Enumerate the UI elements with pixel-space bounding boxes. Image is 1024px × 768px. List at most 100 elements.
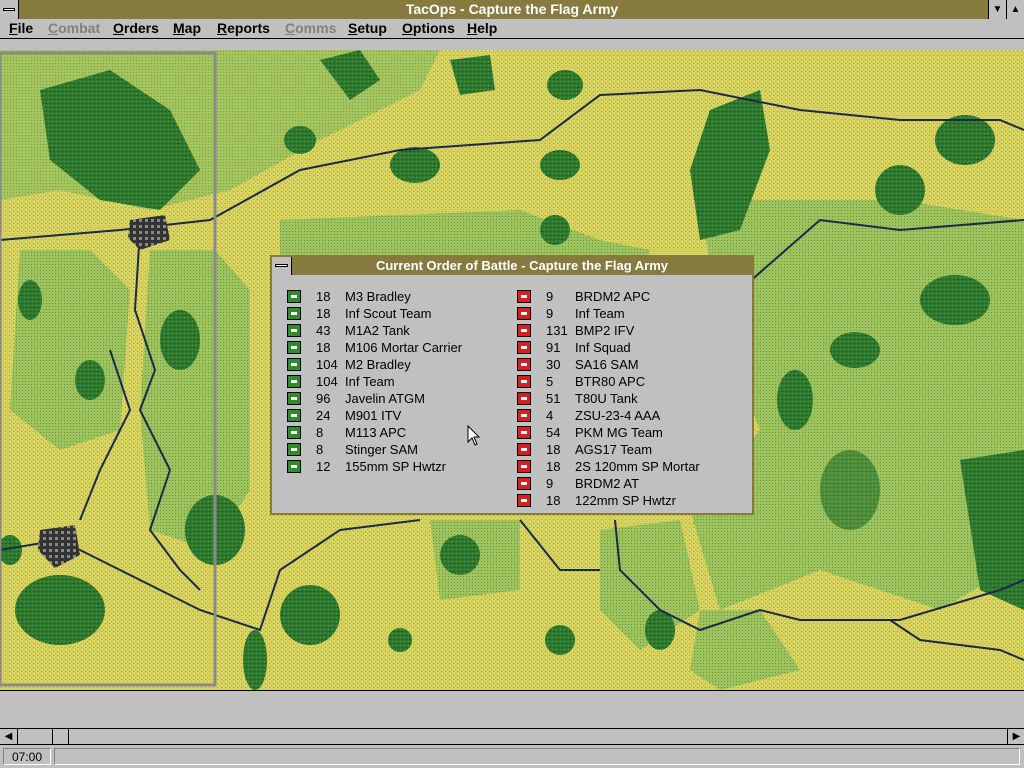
unit-name: Inf Team xyxy=(575,306,625,321)
unit-name: 122mm SP Hwtzr xyxy=(575,493,676,508)
order-of-battle-window: Current Order of Battle - Capture the Fl… xyxy=(270,255,754,515)
unit-count: 5 xyxy=(546,374,554,389)
unit-name: Inf Squad xyxy=(575,340,631,355)
unit-name: SA16 SAM xyxy=(575,357,639,372)
unit-name: M3 Bradley xyxy=(345,289,411,304)
menu-map[interactable]: Map xyxy=(173,19,201,38)
unit-name: BRDM2 AT xyxy=(575,476,640,491)
unit-count: 4 xyxy=(546,408,554,423)
oob-title: Current Order of Battle - Capture the Fl… xyxy=(375,258,669,273)
us-unit-icon xyxy=(287,392,301,405)
us-unit-icon xyxy=(287,375,301,388)
arrow-right-icon: ▶ xyxy=(1012,731,1021,742)
unit-count: 18 xyxy=(316,340,331,355)
menu-help[interactable]: Help xyxy=(467,19,497,38)
unit-count: 104 xyxy=(316,374,338,389)
unit-count: 8 xyxy=(316,425,324,440)
arrow-up-icon: ▲ xyxy=(1010,4,1021,15)
unit-name: T80U Tank xyxy=(575,391,638,406)
status-message-panel xyxy=(54,748,1020,765)
unit-name: BRDM2 APC xyxy=(575,289,651,304)
unit-name: Inf Scout Team xyxy=(345,306,432,321)
oob-system-menu-button[interactable] xyxy=(272,257,292,275)
opfor-unit-icon xyxy=(517,290,531,303)
unit-name: 2S 120mm SP Mortar xyxy=(575,459,700,474)
unit-name: M2 Bradley xyxy=(345,357,411,372)
unit-count: 30 xyxy=(546,357,561,372)
oob-title-bar[interactable]: Current Order of Battle - Capture the Fl… xyxy=(272,257,752,275)
opfor-unit-icon xyxy=(517,494,531,507)
unit-name: M113 APC xyxy=(345,425,407,440)
unit-name: ZSU-23-4 AAA xyxy=(575,408,661,423)
us-unit-icon xyxy=(287,409,301,422)
unit-count: 43 xyxy=(316,323,331,338)
menu-options[interactable]: Options xyxy=(402,19,455,38)
us-unit-icon xyxy=(287,358,301,371)
us-unit-icon xyxy=(287,460,301,473)
us-unit-icon xyxy=(287,307,301,320)
minimize-button[interactable]: ▼ xyxy=(988,0,1006,19)
scroll-right-button[interactable]: ▶ xyxy=(1007,729,1024,744)
arrow-left-icon: ◀ xyxy=(4,731,13,742)
scroll-left-button[interactable]: ◀ xyxy=(0,729,18,744)
unit-count: 131 xyxy=(546,323,568,338)
horizontal-scrollbar[interactable]: ◀ ▶ xyxy=(0,728,1024,745)
menu-file[interactable]: File xyxy=(9,19,33,38)
unit-count: 54 xyxy=(546,425,561,440)
unit-count: 24 xyxy=(316,408,331,423)
opfor-unit-icon xyxy=(517,477,531,490)
opfor-unit-icon xyxy=(517,460,531,473)
us-unit-icon xyxy=(287,443,301,456)
unit-name: Stinger SAM xyxy=(345,442,418,457)
window-title: TacOps - Capture the Flag Army xyxy=(405,1,619,17)
menu-reports[interactable]: Reports xyxy=(217,19,270,38)
unit-name: PKM MG Team xyxy=(575,425,663,440)
opfor-unit-icon xyxy=(517,307,531,320)
unit-name: M1A2 Tank xyxy=(345,323,410,338)
maximize-button[interactable]: ▲ xyxy=(1006,0,1024,19)
us-unit-icon xyxy=(287,290,301,303)
unit-count: 8 xyxy=(316,442,324,457)
menu-orders[interactable]: Orders xyxy=(113,19,159,38)
unit-name: Inf Team xyxy=(345,374,395,389)
unit-count: 12 xyxy=(316,459,331,474)
unit-count: 9 xyxy=(546,306,554,321)
menu-bar: File Combat Orders Map Reports Comms Set… xyxy=(0,19,1024,39)
unit-count: 18 xyxy=(546,442,561,457)
status-bar: 07:00 xyxy=(0,745,1024,768)
opfor-unit-icon xyxy=(517,358,531,371)
arrow-down-icon: ▼ xyxy=(992,4,1003,15)
unit-count: 18 xyxy=(316,289,331,304)
unit-count: 18 xyxy=(546,493,561,508)
opfor-unit-icon xyxy=(517,443,531,456)
unit-name: M106 Mortar Carrier xyxy=(345,340,463,355)
us-unit-icon xyxy=(287,341,301,354)
opfor-unit-icon xyxy=(517,392,531,405)
us-unit-icon xyxy=(287,426,301,439)
opfor-unit-icon xyxy=(517,426,531,439)
unit-name: BMP2 IFV xyxy=(575,323,635,338)
unit-count: 9 xyxy=(546,476,554,491)
unit-name: 155mm SP Hwtzr xyxy=(345,459,446,474)
us-unit-icon xyxy=(287,324,301,337)
unit-count: 96 xyxy=(316,391,331,406)
menu-comms[interactable]: Comms xyxy=(285,19,336,38)
unit-count: 18 xyxy=(316,306,331,321)
title-bar[interactable]: TacOps - Capture the Flag Army ▼ ▲ xyxy=(0,0,1024,19)
info-panel xyxy=(0,690,1024,729)
unit-count: 51 xyxy=(546,391,561,406)
scroll-thumb[interactable] xyxy=(52,729,69,744)
opfor-unit-icon xyxy=(517,324,531,337)
opfor-unit-icon xyxy=(517,341,531,354)
unit-count: 104 xyxy=(316,357,338,372)
menu-combat[interactable]: Combat xyxy=(48,19,100,38)
menu-setup[interactable]: Setup xyxy=(348,19,387,38)
unit-count: 91 xyxy=(546,340,561,355)
opfor-unit-icon xyxy=(517,375,531,388)
unit-name: BTR80 APC xyxy=(575,374,646,389)
unit-count: 9 xyxy=(546,289,554,304)
unit-name: AGS17 Team xyxy=(575,442,653,457)
unit-name: M901 ITV xyxy=(345,408,402,423)
unit-count: 18 xyxy=(546,459,561,474)
unit-name: Javelin ATGM xyxy=(345,391,425,406)
